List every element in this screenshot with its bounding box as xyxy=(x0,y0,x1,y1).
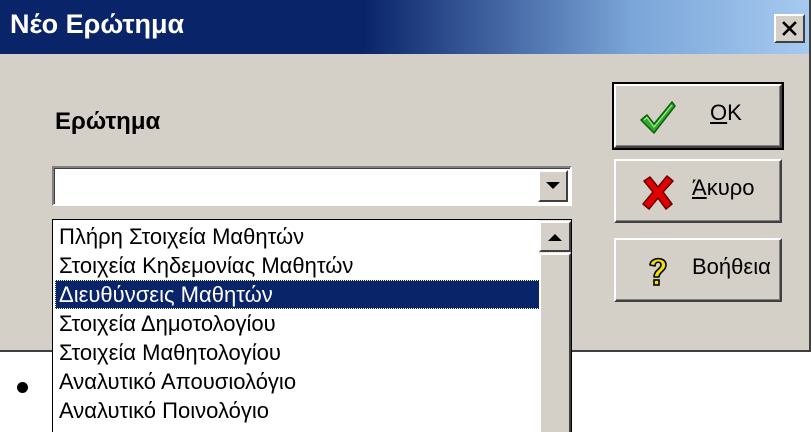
question-mark-icon xyxy=(649,257,667,286)
close-icon xyxy=(782,21,797,36)
question-label: Ερώτημα xyxy=(55,108,161,135)
ok-button[interactable]: OK xyxy=(612,82,784,150)
cancel-label-rest: κυρο xyxy=(706,175,755,200)
cancel-button[interactable]: Άκυρο xyxy=(614,159,782,223)
vertical-scrollbar[interactable] xyxy=(539,220,571,432)
scroll-up-button[interactable] xyxy=(539,221,571,252)
page-bullet xyxy=(17,382,28,393)
dropdown-item[interactable]: Στοιχεία Δημοτολογίου xyxy=(55,309,540,338)
dropdown-item[interactable]: Πλήρη Στοιχεία Μαθητών xyxy=(55,222,540,251)
ok-accelerator: O xyxy=(710,100,728,125)
scroll-thumb[interactable] xyxy=(539,253,571,432)
chevron-down-icon xyxy=(546,182,560,189)
dropdown-item[interactable]: Αναλυτικό Ποινολόγιο xyxy=(55,396,540,425)
red-x-icon xyxy=(642,175,674,210)
close-button[interactable] xyxy=(774,14,805,43)
query-dropdown-list[interactable]: Πλήρη Στοιχεία Μαθητών Στοιχεία Κηδεμονία… xyxy=(52,219,572,432)
ok-label-rest: K xyxy=(727,100,742,125)
dropdown-item[interactable]: Διευθύνσεις Μαθητών xyxy=(55,280,540,309)
dialog-title: Νέο Ερώτημα xyxy=(10,9,185,39)
question-combobox[interactable] xyxy=(52,166,572,206)
chevron-up-icon xyxy=(548,233,562,241)
cancel-accelerator: Ά xyxy=(692,175,707,200)
combo-dropdown-button[interactable] xyxy=(538,170,568,202)
title-bar[interactable]: Νέο Ερώτημα xyxy=(0,0,809,54)
dropdown-item[interactable]: Στοιχεία Κηδεμονίας Μαθητών xyxy=(55,251,540,280)
help-button[interactable]: Βοήθεια xyxy=(614,238,782,302)
help-label: Βοήθεια xyxy=(692,254,771,279)
ok-label: OK xyxy=(710,100,742,126)
dropdown-item[interactable]: Αναλυτικό Απουσιολόγιο xyxy=(55,367,540,396)
dropdown-item[interactable]: Στοιχεία Μαθητολογίου xyxy=(55,338,540,367)
checkmark-icon xyxy=(640,101,676,134)
cancel-label: Άκυρο xyxy=(692,175,754,201)
